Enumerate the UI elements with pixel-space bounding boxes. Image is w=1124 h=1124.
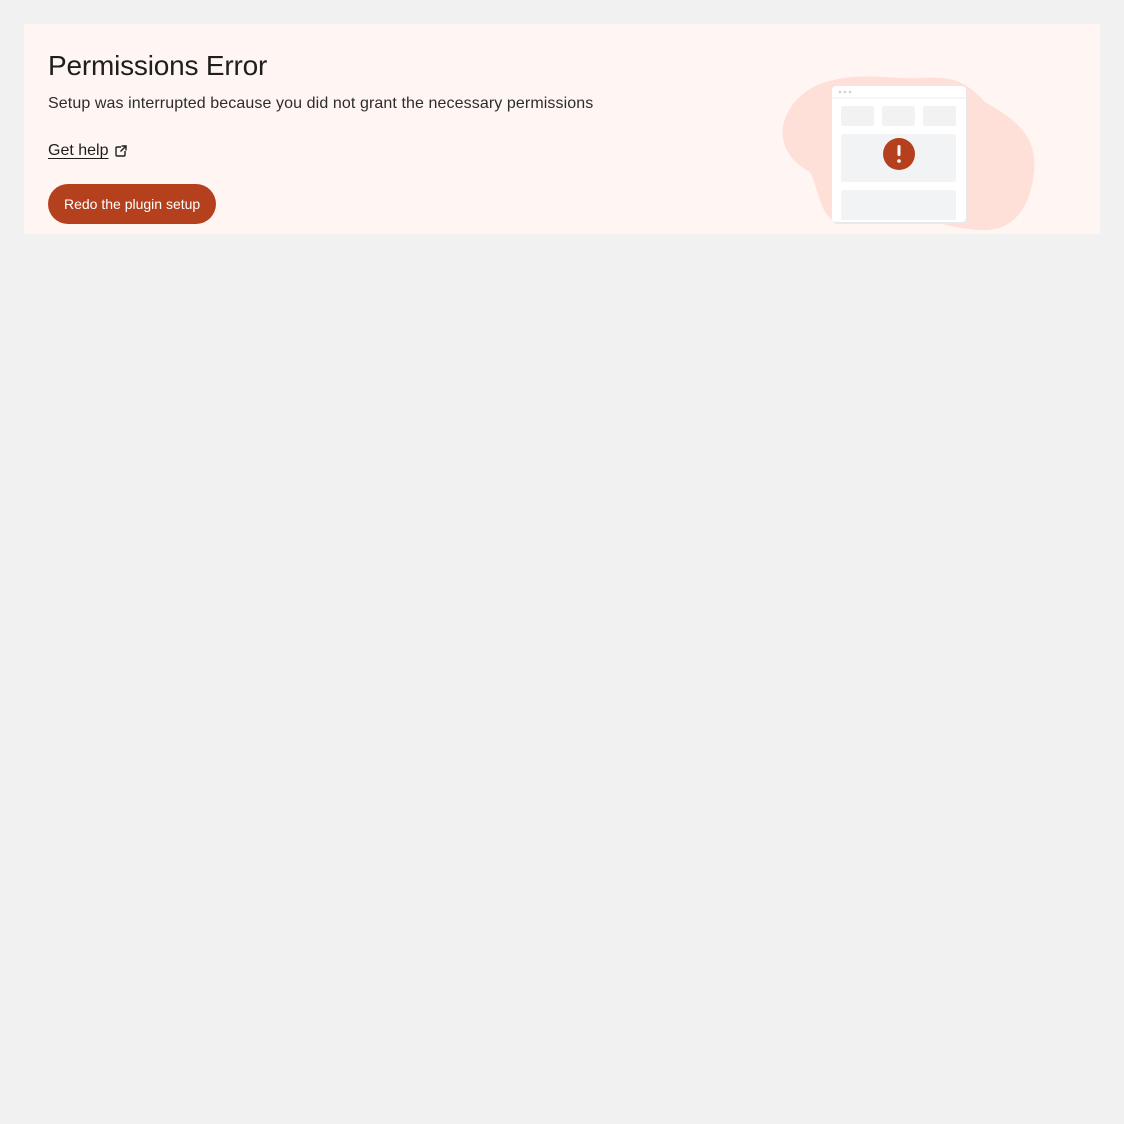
get-help-link[interactable]: Get help [48,140,129,162]
permissions-error-banner: Permissions Error Setup was interrupted … [24,24,1100,234]
page-title: Permissions Error [48,50,268,81]
external-link-icon [115,145,129,157]
browser-window [832,86,967,224]
error-illustration [782,76,1035,231]
exclamation-icon [883,138,915,170]
redo-plugin-setup-button[interactable]: Redo the plugin setup [48,184,217,224]
get-help-label: Get help [48,142,109,159]
error-message: Setup was interrupted because you did no… [48,95,594,112]
